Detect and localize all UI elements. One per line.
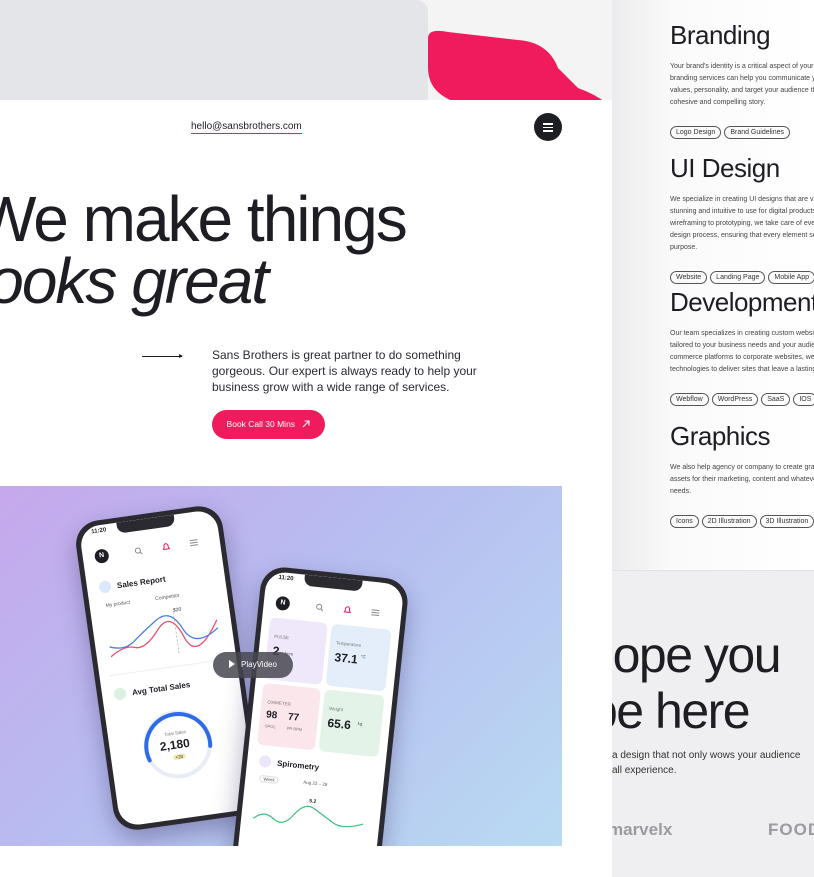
tag[interactable]: Brand Guidelines <box>724 126 791 139</box>
oximeter-spo2-label: SPO2 <box>264 723 276 730</box>
tag[interactable]: 3D Illustration <box>759 515 814 528</box>
service-tags: Logo Design Brand Guidelines <box>670 121 814 139</box>
tag[interactable]: Mobile App <box>768 271 814 284</box>
hamburger-icon-bar <box>543 130 553 132</box>
hero-headline-line1: We make things <box>0 183 408 255</box>
tag[interactable]: 2D Illustration <box>701 515 757 528</box>
closing-subtext-line2: all experience. <box>612 765 677 776</box>
play-icon <box>229 660 236 668</box>
service-description: Your brand's identity is a critical aspe… <box>670 63 814 106</box>
tag[interactable]: Website <box>670 271 708 284</box>
hero-intro-text: Sans Brothers is great partner to do som… <box>212 348 477 394</box>
tag[interactable]: Logo Design <box>670 126 722 139</box>
service-tags: Icons 2D Illustration 3D Illustration <box>670 510 814 528</box>
temperature-value: 37.1 <box>333 650 359 667</box>
sales-line-chart <box>109 611 219 658</box>
tag[interactable]: Icons <box>670 515 699 528</box>
tag[interactable]: Webflow <box>670 393 709 406</box>
service-graphics: Graphics We also help agency or company … <box>670 421 814 528</box>
tag[interactable]: WordPress <box>711 393 759 406</box>
closing-subtext-line1: a design that not only wows your audienc… <box>612 750 801 761</box>
weight-unit: kg <box>357 720 363 727</box>
app-avatar: N <box>275 595 291 612</box>
oximeter-spo2-value: 98 <box>265 709 278 722</box>
video-preview-panel[interactable]: 11:20 N Sales Report My product Competit… <box>0 486 562 846</box>
avg-total-sales-title: Avg Total Sales <box>131 680 191 698</box>
status-time: 11:20 <box>278 574 294 583</box>
play-video-button[interactable]: PlayVideo <box>213 652 293 678</box>
service-development: Development Our team specializes in crea… <box>670 287 814 406</box>
service-ui-design: UI Design We specialize in creating UI d… <box>670 153 814 284</box>
spirometry-icon <box>258 754 272 769</box>
phone-notch <box>303 574 363 592</box>
arrow-right-icon <box>142 354 183 358</box>
search-icon <box>134 547 143 555</box>
menu-icon <box>189 539 199 547</box>
hamburger-icon-bar <box>543 123 553 125</box>
search-icon <box>316 603 324 612</box>
service-title: Branding <box>670 20 771 50</box>
book-call-label: Book Call 30 Mins <box>226 419 296 429</box>
spirometry-title: Spirometry <box>276 758 320 773</box>
sales-report-title: Sales Report <box>116 574 167 591</box>
book-call-button[interactable]: Book Call 30 Mins <box>212 410 325 439</box>
sales-icon <box>113 687 127 701</box>
status-time: 11:20 <box>90 527 107 536</box>
service-title: UI Design <box>670 153 780 183</box>
menu-icon <box>371 609 380 617</box>
app-avatar: N <box>93 548 110 565</box>
tag[interactable]: SaaS <box>761 393 791 406</box>
service-tags: Webflow WordPress SaaS IOS <box>670 388 814 406</box>
closing-heading-line2: be here <box>612 683 751 739</box>
spirometry-period-select[interactable]: Week <box>259 774 280 784</box>
bell-icon <box>162 543 171 551</box>
service-branding: Branding Your brand's identity is a crit… <box>670 20 814 139</box>
services-page: Branding Your brand's identity is a crit… <box>612 0 814 877</box>
closing-heading-line1: Hope you <box>612 627 782 683</box>
main-landing-page: hello@sansbrothers.com We make things lo… <box>0 100 612 877</box>
hero-headline: We make things looks great <box>0 183 408 317</box>
tag[interactable]: Landing Page <box>710 271 766 284</box>
service-title: Development <box>670 287 814 317</box>
hamburger-icon-bar <box>543 126 553 128</box>
service-description: We also help agency or company to create… <box>670 464 814 495</box>
client-logo-marvelx: marvelx <box>612 820 673 839</box>
legend-my-product: My product <box>105 599 131 610</box>
legend-competitor: Competitor <box>154 592 180 603</box>
play-video-label: PlayVideo <box>241 660 277 669</box>
phone-mockup-right: 11:20 N PULSE 2 bpm Temperature 37.1 °C … <box>230 565 410 846</box>
spirometry-line-chart <box>252 805 364 828</box>
tag[interactable]: IOS <box>793 393 814 406</box>
phone-screen: 11:20 N PULSE 2 bpm Temperature 37.1 °C … <box>235 570 405 846</box>
service-description: Our team specializes in creating custom … <box>670 330 814 373</box>
service-tags: Website Landing Page Mobile App <box>670 266 814 284</box>
hero-headline-line2: looks great <box>0 245 269 317</box>
email-link[interactable]: hello@sansbrothers.com <box>191 121 302 134</box>
client-logo-food: FOOD <box>768 820 814 839</box>
arrow-up-right-icon <box>303 420 310 428</box>
phone-notch <box>116 514 176 534</box>
bell-icon <box>343 606 351 614</box>
spirometry-dates: Aug 22 – 28 <box>302 779 328 788</box>
temperature-unit: °C <box>360 653 367 660</box>
service-title: Graphics <box>670 421 771 451</box>
weight-value: 65.6 <box>326 715 352 733</box>
oximeter-pr-value: 77 <box>287 711 300 724</box>
bar-chart-icon <box>98 580 112 594</box>
service-description: We specialize in creating UI designs tha… <box>670 196 814 251</box>
menu-button[interactable] <box>534 113 562 141</box>
